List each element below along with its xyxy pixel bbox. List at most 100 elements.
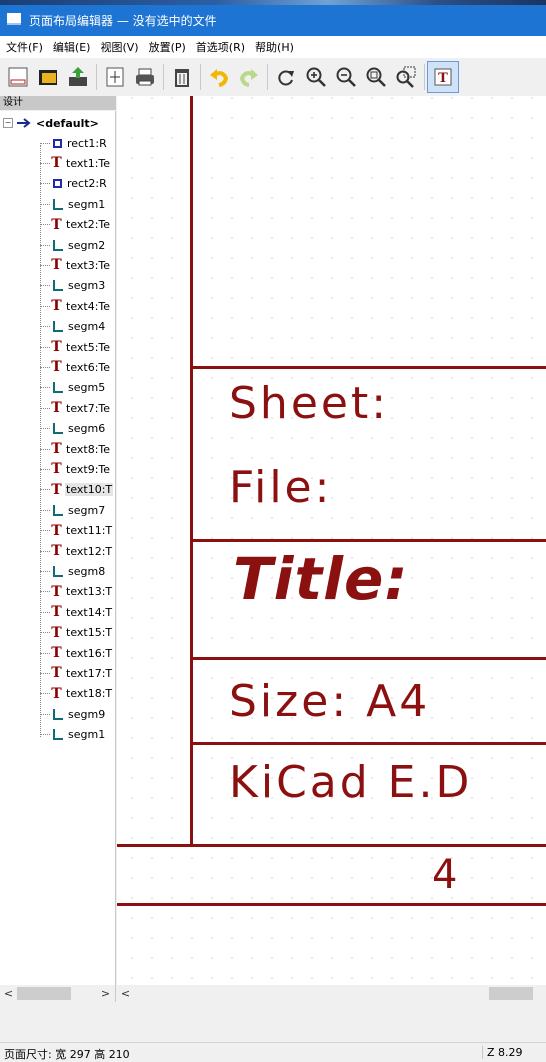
- tree-item-label: text13:T: [66, 585, 113, 599]
- canvas-horizontal-scrollbar[interactable]: <: [117, 985, 546, 1002]
- toolbar-separator: [267, 64, 268, 90]
- tree-item[interactable]: segm7: [0, 500, 106, 520]
- tree-connector: [40, 428, 50, 430]
- print-button[interactable]: [130, 62, 160, 92]
- tree-connector: [40, 346, 50, 348]
- tree-item[interactable]: rect2:R: [0, 174, 108, 194]
- zoom-in-button[interactable]: [301, 62, 331, 92]
- main-toolbar: T: [0, 58, 546, 96]
- menu-place[interactable]: 放置(P): [143, 39, 190, 55]
- tree-item-label: text5:Te: [66, 340, 111, 354]
- tree-item[interactable]: Ttext10:T: [0, 480, 114, 500]
- tree-item[interactable]: segm5: [0, 378, 106, 398]
- print-icon: [136, 68, 154, 86]
- tree-item[interactable]: Ttext8:Te: [0, 439, 111, 459]
- page-settings-button[interactable]: [100, 62, 130, 92]
- open-button[interactable]: [33, 62, 63, 92]
- text-item-icon: T: [51, 583, 62, 600]
- zoom-selection-button[interactable]: [391, 62, 421, 92]
- text-item-icon: T: [51, 257, 62, 274]
- zoom-out-button[interactable]: [331, 62, 361, 92]
- tree-item[interactable]: Ttext5:Te: [0, 337, 111, 357]
- tree-item[interactable]: segm4: [0, 317, 106, 337]
- text-item-icon: T: [51, 481, 62, 498]
- refresh-icon: [278, 70, 294, 86]
- tree-item[interactable]: Ttext7:Te: [0, 398, 111, 418]
- tree-item[interactable]: segm8: [0, 561, 106, 581]
- titlebar-background-strip: [0, 0, 546, 5]
- arrow-right-icon: [17, 118, 31, 128]
- tree-item[interactable]: segm9: [0, 704, 106, 724]
- load-button[interactable]: [63, 62, 93, 92]
- scroll-left-arrow-icon[interactable]: <: [0, 985, 17, 1002]
- tree-item[interactable]: Ttext12:T: [0, 541, 113, 561]
- zoom-fit-button[interactable]: [361, 62, 391, 92]
- tree-item[interactable]: rect1:R: [0, 133, 108, 153]
- tree-connector: [40, 550, 50, 552]
- tree-item-label: segm1: [68, 728, 106, 742]
- tree-item[interactable]: Ttext17:T: [0, 663, 113, 683]
- tree-item[interactable]: Ttext2:Te: [0, 215, 111, 235]
- tree-connector: [40, 652, 50, 654]
- tree-item[interactable]: Ttext9:Te: [0, 459, 111, 479]
- tree-item[interactable]: Ttext18:T: [0, 684, 113, 704]
- tree-root-label: <default>: [36, 116, 99, 130]
- design-tree[interactable]: − <default> rect1:R Ttext1:Te rect2:R segm1…: [0, 111, 116, 985]
- tree-item[interactable]: Ttext4:Te: [0, 296, 111, 316]
- menu-view[interactable]: 视图(V): [94, 39, 142, 55]
- tree-item[interactable]: segm3: [0, 276, 106, 296]
- tree-item[interactable]: Ttext15:T: [0, 623, 113, 643]
- new-page-button[interactable]: [3, 62, 33, 92]
- new-page-icon: [8, 67, 28, 87]
- tree-connector: [40, 244, 50, 246]
- tree-connector: [40, 489, 50, 491]
- tree-item[interactable]: Ttext6:Te: [0, 357, 111, 377]
- menu-preferences[interactable]: 首选项(R): [190, 39, 249, 55]
- tree-item[interactable]: Ttext1:Te: [0, 153, 111, 173]
- frame-vertical-line: [190, 96, 193, 844]
- text-item-icon: T: [51, 339, 62, 355]
- tree-item[interactable]: Ttext11:T: [0, 521, 113, 541]
- tree-connector: [40, 734, 50, 736]
- toolbar-separator: [163, 64, 164, 90]
- tree-root-row[interactable]: − <default>: [0, 113, 100, 133]
- menu-edit[interactable]: 编辑(E): [47, 39, 95, 55]
- drawing-canvas[interactable]: Sheet: File: Title: Size: A4 KiCad E.D 4: [117, 96, 546, 985]
- canvas-scroll-left-arrow-icon[interactable]: <: [117, 985, 134, 1002]
- tree-item[interactable]: segm6: [0, 419, 106, 439]
- tree-connector: [40, 366, 50, 368]
- tree-item[interactable]: Ttext3:Te: [0, 255, 111, 275]
- tree-item-label: text11:T: [66, 524, 113, 538]
- tree-item[interactable]: segm1: [0, 725, 106, 745]
- tree-horizontal-scrollbar[interactable]: < >: [0, 985, 116, 1002]
- redo-button[interactable]: [234, 62, 264, 92]
- scrollbar-thumb[interactable]: [17, 987, 71, 1000]
- refresh-button[interactable]: [271, 62, 301, 92]
- tree-connector: [40, 203, 50, 205]
- tree-item-label: text15:T: [66, 626, 113, 640]
- tree-item[interactable]: Ttext14:T: [0, 602, 113, 622]
- delete-button[interactable]: [167, 62, 197, 92]
- tree-item-label: segm6: [68, 422, 106, 436]
- text-item-icon: T: [51, 604, 62, 621]
- menu-file[interactable]: 文件(F): [0, 39, 47, 55]
- design-panel-label: 设计: [0, 96, 116, 110]
- segment-item-icon: [53, 280, 63, 292]
- undo-button[interactable]: [204, 62, 234, 92]
- tree-item[interactable]: Ttext16:T: [0, 643, 113, 663]
- scroll-right-arrow-icon[interactable]: >: [97, 985, 114, 1002]
- frame-line-grid-bottom: [117, 903, 546, 906]
- tree-item[interactable]: Ttext13:T: [0, 582, 113, 602]
- tree-item-label: text3:Te: [66, 258, 111, 272]
- segment-item-icon: [53, 382, 63, 394]
- frame-line-top: [190, 366, 546, 369]
- menu-help[interactable]: 帮助(H): [249, 39, 298, 55]
- segment-item-icon: [53, 708, 63, 720]
- canvas-scrollbar-thumb[interactable]: [489, 987, 533, 1000]
- tree-item[interactable]: segm2: [0, 235, 106, 255]
- tree-item[interactable]: segm1: [0, 194, 106, 214]
- text-mode-button[interactable]: T: [427, 61, 459, 93]
- collapse-icon[interactable]: −: [3, 118, 13, 128]
- tree-item-label: segm2: [68, 238, 106, 252]
- tree-connector: [40, 591, 50, 593]
